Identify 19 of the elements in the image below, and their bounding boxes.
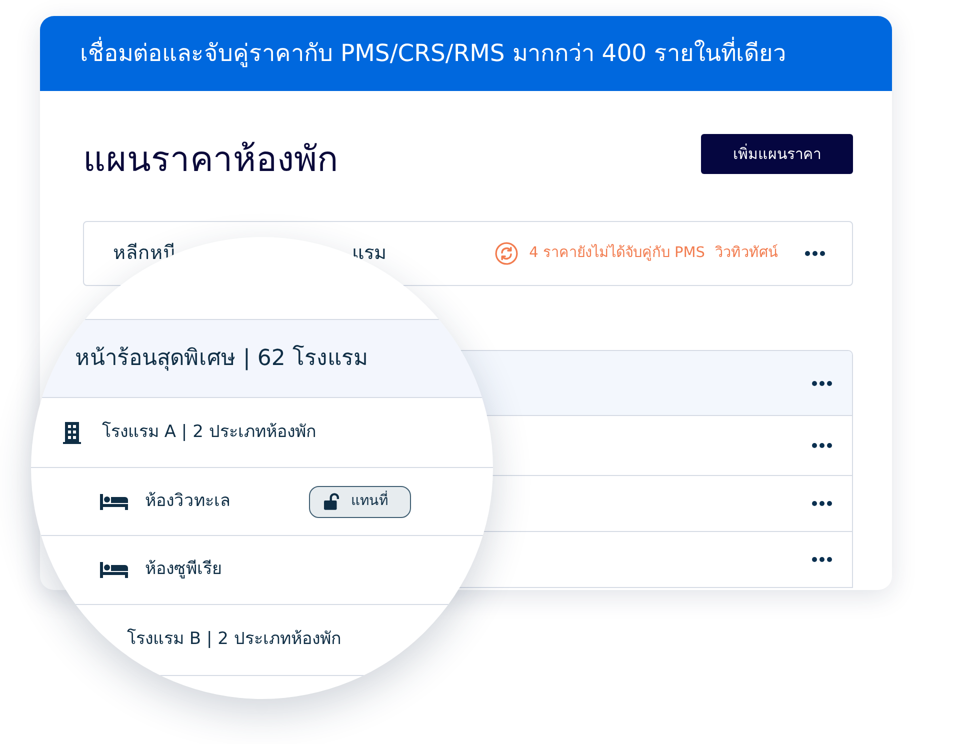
more-icon[interactable] — [812, 443, 832, 448]
more-icon[interactable] — [812, 557, 832, 562]
info-banner: เชื่อมต่อและจับคู่ราคากับ PMS/CRS/RMS มากกว่า 400 รายในที่เดียว — [40, 16, 892, 91]
plan-name-text: แรม — [352, 243, 387, 264]
override-tag[interactable]: แทนที่ — [309, 486, 411, 518]
hotel-name: โรงแรม B | 2 ประเภทห้องพัก — [127, 628, 341, 652]
hotel-name: โรงแรม A | 2 ประเภทห้องพัก — [102, 420, 316, 444]
more-icon[interactable] — [812, 380, 832, 386]
bed-icon — [100, 494, 128, 510]
sync-icon — [495, 242, 518, 265]
bed-icon — [100, 562, 128, 578]
page-title: แผนราคาห้องพัก — [83, 138, 338, 180]
add-rate-plan-button[interactable]: เพิ่มแผนราคา — [701, 134, 853, 174]
group-title: หน้าร้อนสุดพิเศษ | 62 โรงแรม — [75, 344, 368, 373]
room-name: ห้องวิวทะเล — [145, 490, 230, 513]
room-name: ห้องซูพีเรีย — [145, 558, 222, 582]
more-icon[interactable] — [805, 251, 825, 256]
warning-text: 4 ราคายังไม่ได้จับคู่กับ PMS — [529, 243, 705, 263]
more-icon[interactable] — [812, 501, 832, 506]
